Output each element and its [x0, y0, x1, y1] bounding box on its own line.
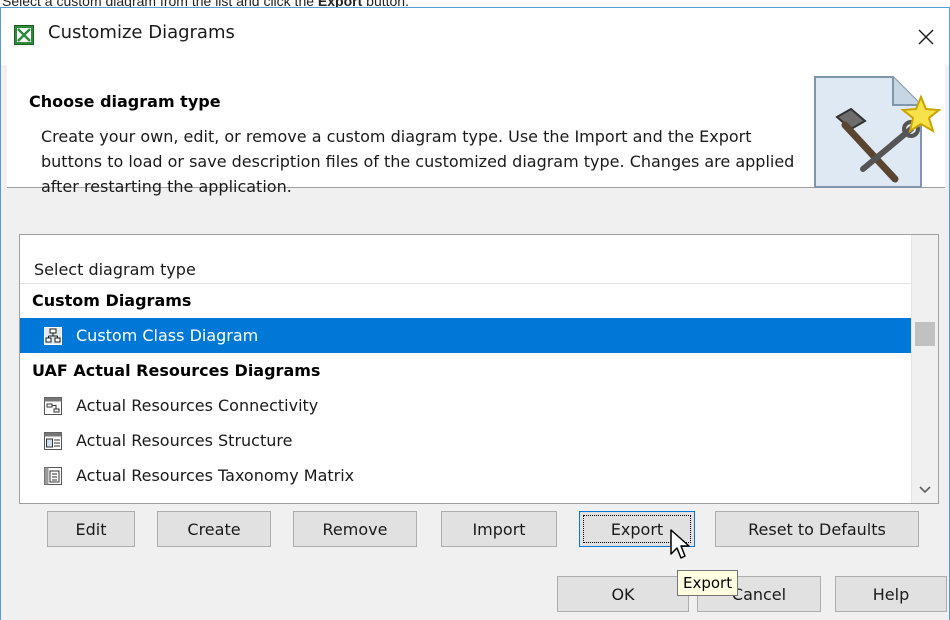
list-scrollbar[interactable]: [911, 235, 938, 503]
list-item-label: Actual Resources Structure: [76, 431, 293, 450]
class-diagram-icon: [44, 327, 62, 345]
list-item-label: Actual Resources Connectivity: [76, 396, 319, 415]
list-group-label: UAF Actual Resources Diagrams: [32, 361, 321, 380]
list-item-actual-resources-structure[interactable]: Actual Resources Structure: [20, 423, 912, 458]
remove-button[interactable]: Remove: [293, 511, 417, 547]
header-panel: Choose diagram type Create your own, edi…: [7, 64, 945, 196]
list-item-actual-resources-taxonomy-matrix[interactable]: Actual Resources Taxonomy Matrix: [20, 458, 912, 493]
title-bar[interactable]: Customize Diagrams: [1, 7, 949, 65]
help-button[interactable]: Help: [835, 576, 947, 612]
connectivity-diagram-icon: [44, 397, 62, 415]
list-body: Custom Diagrams Custom Class Diagram UAF…: [20, 283, 912, 493]
mouse-pointer-icon: [670, 529, 690, 559]
list-column-header-label: Select diagram type: [34, 260, 196, 279]
structure-diagram-icon: [44, 432, 62, 450]
list-item-label: Custom Class Diagram: [76, 326, 259, 345]
close-button[interactable]: [903, 8, 949, 65]
reset-to-defaults-button[interactable]: Reset to Defaults: [715, 511, 919, 547]
section-description: Create your own, edit, or remove a custo…: [41, 127, 795, 196]
list-group-uaf-actual-resources[interactable]: UAF Actual Resources Diagrams: [20, 353, 912, 388]
list-item-custom-class-diagram[interactable]: Custom Class Diagram: [20, 318, 912, 353]
chevron-down-icon: [919, 486, 931, 494]
list-group-custom-diagrams[interactable]: Custom Diagrams: [20, 283, 912, 318]
customize-diagrams-dialog: Customize Diagrams Choose diagram type C…: [0, 7, 950, 620]
import-button[interactable]: Import: [441, 511, 557, 547]
list-column-header: Select diagram type: [20, 235, 912, 284]
matrix-icon: [44, 467, 62, 485]
diagram-type-list[interactable]: Select diagram type Custom Diagrams Cust…: [19, 234, 939, 504]
customize-tools-icon: [814, 76, 942, 188]
ok-button[interactable]: OK: [557, 576, 689, 612]
list-item-actual-resources-connectivity[interactable]: Actual Resources Connectivity: [20, 388, 912, 423]
scroll-down-button[interactable]: [912, 479, 938, 501]
scrollbar-thumb[interactable]: [915, 322, 935, 346]
edit-button[interactable]: Edit: [47, 511, 135, 547]
app-icon: [14, 25, 34, 45]
create-button[interactable]: Create: [157, 511, 271, 547]
instruction-caption: Select a custom diagram from the list an…: [2, 0, 409, 8]
export-tooltip: Export: [677, 570, 739, 596]
close-icon: [918, 29, 934, 44]
list-item-label: Actual Resources Taxonomy Matrix: [76, 466, 355, 485]
section-heading: Choose diagram type: [29, 92, 221, 111]
list-group-label: Custom Diagrams: [32, 291, 192, 310]
dialog-title: Customize Diagrams: [48, 22, 235, 43]
